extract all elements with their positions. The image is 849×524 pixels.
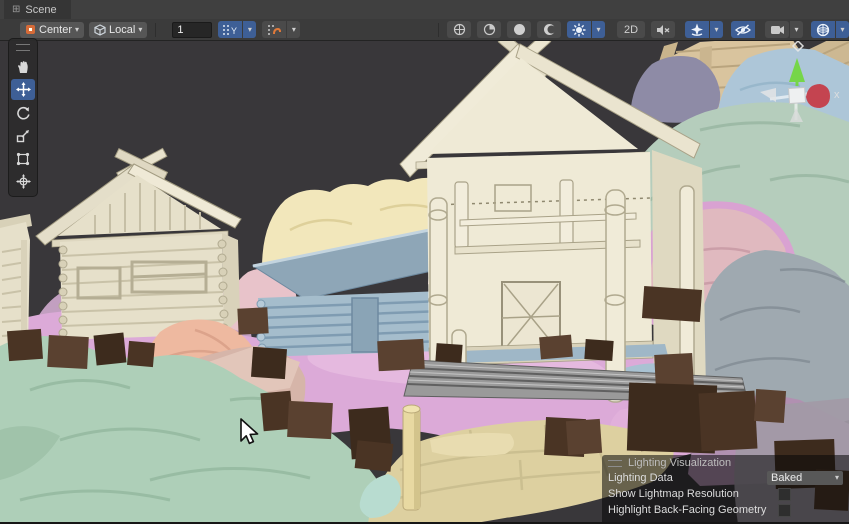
tab-label: Scene [25, 4, 56, 16]
effects-dropdown[interactable]: ▾ [710, 21, 723, 38]
tool-transform[interactable] [11, 171, 35, 192]
tools-drag-handle[interactable] [16, 44, 30, 51]
camera-settings-dropdown[interactable]: ▾ [790, 21, 803, 38]
pivot-center-icon [25, 24, 36, 35]
camera-settings-button[interactable] [765, 21, 789, 38]
shaded-wireframe-sphere-icon [483, 23, 496, 36]
wireframe-sphere-icon [453, 23, 466, 36]
lighting-visualization-panel: Lighting Visualization Lighting Data Bak… [602, 455, 849, 524]
wooden-pillar [403, 405, 420, 510]
tool-scale[interactable] [11, 125, 35, 146]
x-axis-label: x [834, 89, 840, 101]
cube-orientation-icon [94, 24, 106, 36]
move-icon [16, 82, 31, 97]
tool-rect[interactable] [11, 148, 35, 169]
lighting-dropdown[interactable]: ▾ [592, 21, 605, 38]
audio-toggle-button[interactable] [651, 21, 675, 38]
tool-move[interactable] [11, 79, 35, 100]
gizmos-dropdown[interactable]: ▾ [836, 21, 849, 38]
lighting-data-label: Lighting Data [608, 472, 673, 484]
2d-toggle-button[interactable]: 2D [617, 21, 645, 38]
draw-mode-wireframe-button[interactable] [447, 21, 471, 38]
rotate-icon [16, 106, 30, 120]
draw-mode-shaded-button[interactable] [507, 21, 531, 38]
camera-icon [770, 24, 785, 35]
snap-toggle-button[interactable] [262, 21, 286, 38]
sun-icon [572, 23, 586, 37]
unity-scene-view: x ⊞ Scene Center▾ Local▾ 1 [0, 0, 849, 524]
highlight-backfacing-label: Highlight Back-Facing Geometry [608, 504, 766, 516]
svg-text:Y: Y [231, 26, 237, 36]
rect-tool-icon [16, 152, 30, 166]
transform-icon [16, 174, 31, 189]
effects-sparkle-icon [690, 23, 704, 36]
grid-icon: ⊞ [12, 4, 20, 15]
gizmos-toggle-button[interactable] [811, 21, 835, 38]
grid-visibility-button[interactable]: Y [218, 21, 242, 38]
tools-overlay [8, 38, 38, 197]
snap-toggle-dropdown[interactable]: ▾ [287, 21, 300, 38]
scene-viewport[interactable]: x [0, 0, 849, 524]
grid-y-icon: Y [222, 24, 238, 36]
eye-slash-icon [735, 24, 751, 36]
pivot-mode-button[interactable]: Center▾ [20, 22, 84, 38]
overdraw-sphere-icon [543, 23, 556, 36]
tab-scene[interactable]: ⊞ Scene [4, 0, 71, 19]
orientation-button[interactable]: Local▾ [89, 22, 147, 38]
tool-rotate[interactable] [11, 102, 35, 123]
gizmo-sphere-icon [816, 23, 830, 37]
shaded-sphere-icon [513, 23, 526, 36]
draw-mode-overdraw-button[interactable] [537, 21, 561, 38]
snap-magnet-icon [267, 24, 281, 36]
show-lightmap-resolution-label: Show Lightmap Resolution [608, 488, 739, 500]
panel-drag-handle[interactable] [608, 460, 622, 467]
lighting-data-dropdown[interactable]: Baked▾ [767, 471, 843, 485]
hidden-objects-button[interactable] [731, 21, 755, 38]
tab-strip: ⊞ Scene [0, 0, 849, 19]
highlight-backfacing-checkbox[interactable] [778, 504, 791, 517]
panel-title: Lighting Visualization [628, 457, 731, 469]
show-lightmap-resolution-checkbox[interactable] [778, 488, 791, 501]
scene-toolbar: Center▾ Local▾ 1 Y ▾ ▾ [0, 19, 849, 41]
tool-pan-hand[interactable] [11, 56, 35, 77]
snap-increment-field[interactable]: 1 [172, 22, 212, 38]
speaker-mute-icon [656, 24, 670, 36]
lighting-toggle-button[interactable] [567, 21, 591, 38]
effects-toggle-button[interactable] [685, 21, 709, 38]
scale-icon [16, 129, 30, 143]
grid-visibility-dropdown[interactable]: ▾ [243, 21, 256, 38]
draw-mode-shaded-wireframe-button[interactable] [477, 21, 501, 38]
hand-icon [16, 60, 30, 74]
